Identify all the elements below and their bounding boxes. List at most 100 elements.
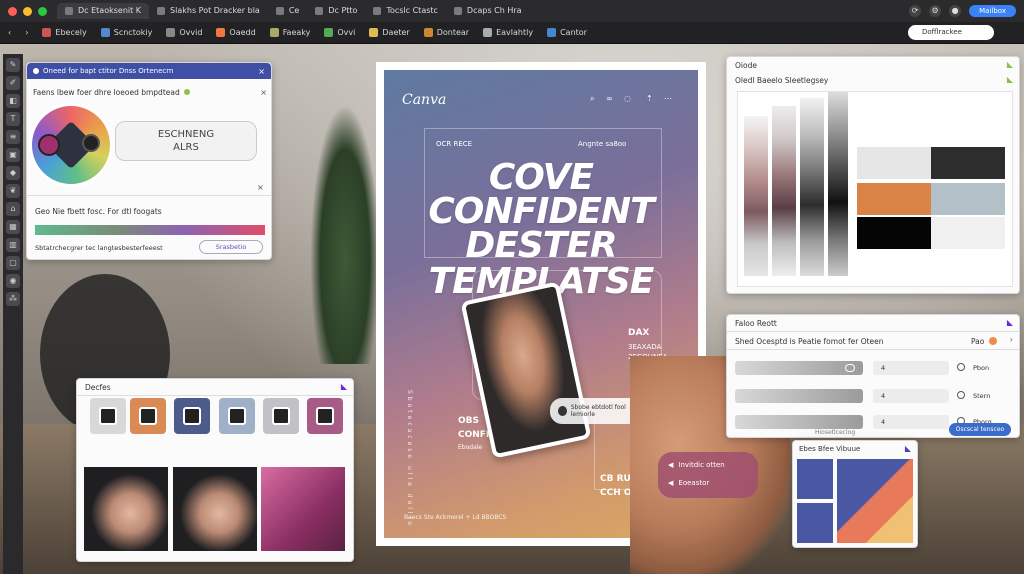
gradient-slider[interactable] <box>35 225 265 235</box>
badge-pill[interactable]: ESCHNENG ALRS <box>115 121 257 161</box>
shape-tile[interactable] <box>797 459 833 499</box>
slider-track[interactable] <box>735 361 863 375</box>
close-window-icon[interactable] <box>8 6 17 16</box>
confirm-button[interactable]: Oscscal tensceo <box>949 423 1011 436</box>
expand-icon[interactable]: ◣ <box>1007 75 1013 84</box>
bookmark-item[interactable]: Ebecely <box>42 28 87 37</box>
bookmark-item[interactable]: Faeaky <box>269 28 310 37</box>
bookmark-item[interactable]: Eavlahtly <box>483 28 533 37</box>
pin-icon[interactable]: ◣ <box>1007 318 1013 327</box>
color-swatch[interactable] <box>857 183 931 215</box>
minimize-window-icon[interactable] <box>23 6 32 16</box>
fill-tool-icon[interactable]: ◧ <box>6 94 20 108</box>
browser-tab-2[interactable]: Slakhs Pot Dracker bla <box>149 3 268 19</box>
bookmark-item[interactable]: Ovvid <box>166 28 202 37</box>
link-icon[interactable]: ∞ <box>606 94 613 103</box>
layers-tool-icon[interactable]: ≡ <box>6 130 20 144</box>
radio-icon[interactable] <box>957 391 965 399</box>
color-swatch[interactable] <box>857 147 931 179</box>
color-handle[interactable] <box>82 134 100 152</box>
share-icon[interactable]: ⇡ <box>646 94 653 103</box>
apps-tool-icon[interactable]: ⁂ <box>6 292 20 306</box>
slider-handle[interactable] <box>845 364 855 372</box>
browser-tab-1[interactable]: Dc Etaoksenit K <box>57 3 150 19</box>
color-handle[interactable] <box>38 134 60 156</box>
bookmark-item[interactable]: Ovvi <box>324 28 355 37</box>
maximize-window-icon[interactable] <box>38 6 47 16</box>
search-input[interactable]: Dofflrackee <box>908 25 994 40</box>
bookmark-item[interactable]: Dontear <box>423 28 469 37</box>
browser-tab-5[interactable]: Tocslc Ctastc <box>365 3 445 19</box>
background-plant <box>310 104 380 364</box>
forward-icon[interactable]: › <box>25 28 28 37</box>
headline-line-3[interactable]: DESTER <box>384 228 698 264</box>
slider-track[interactable] <box>735 389 863 403</box>
asset-thumbnail[interactable] <box>219 398 255 434</box>
leaf-tool-icon[interactable]: ❦ <box>6 184 20 198</box>
shape-tile-large[interactable] <box>837 459 913 543</box>
tag-left: OCR RECE <box>436 140 473 148</box>
slider-track[interactable] <box>735 415 863 429</box>
close-icon[interactable]: × <box>257 183 264 192</box>
asset-photo[interactable] <box>261 467 345 551</box>
color-swatch[interactable] <box>931 217 1005 249</box>
color-swatch[interactable] <box>857 217 931 249</box>
asset-photo[interactable] <box>173 467 257 551</box>
asset-thumbnail[interactable] <box>307 398 343 434</box>
asset-thumbnail[interactable] <box>90 398 126 434</box>
frame-tool-icon[interactable]: ▢ <box>6 256 20 270</box>
floating-menu[interactable]: ◀ Invitdic otten ◀ Eoeastor <box>658 452 758 498</box>
color-wheel[interactable] <box>29 103 113 187</box>
pin-icon[interactable]: ◣ <box>1007 60 1013 69</box>
pin-icon[interactable]: ◣ <box>905 444 911 453</box>
browser-tab-4[interactable]: Dc Ptto <box>307 3 365 19</box>
tone-strip[interactable] <box>828 92 848 276</box>
chevron-right-icon[interactable]: › <box>1010 335 1013 344</box>
search-icon[interactable]: ⌕ <box>590 94 594 104</box>
bookmark-item[interactable]: Scnctokiy <box>100 28 152 37</box>
panel-subtitle: Oledl Baeelo Sleetlegsey <box>735 76 829 85</box>
bottom-left-3: Ebodale <box>458 444 483 451</box>
more-icon[interactable]: ⋯ <box>664 94 672 103</box>
asset-thumbnail[interactable] <box>130 398 166 434</box>
color-swatch[interactable] <box>931 183 1005 215</box>
asset-thumbnail[interactable] <box>263 398 299 434</box>
bookmark-item[interactable]: Daeter <box>369 28 410 37</box>
settings-icon[interactable]: ⚙ <box>929 5 942 17</box>
tone-strip[interactable] <box>800 98 824 276</box>
menu-item[interactable]: ◀ Invitdic otten <box>668 461 725 469</box>
bookmark-favicon <box>324 28 334 37</box>
shape-tool-icon[interactable]: ◆ <box>6 166 20 180</box>
browser-tab-6[interactable]: Dcaps Ch Hra <box>446 3 530 19</box>
bookmark-item[interactable]: Oaedd <box>216 28 256 37</box>
back-icon[interactable]: ‹ <box>8 28 11 37</box>
radio-icon[interactable] <box>957 363 965 371</box>
refresh-icon[interactable]: ⟳ <box>909 5 922 17</box>
chart-tool-icon[interactable]: ▥ <box>6 238 20 252</box>
menu-item[interactable]: ◀ Eoeastor <box>668 479 709 487</box>
asset-thumbnail[interactable] <box>174 398 210 434</box>
bookmark-favicon <box>166 28 176 37</box>
bookmark-item[interactable]: Cantor <box>547 28 587 37</box>
browser-tab-3[interactable]: Ce <box>268 3 308 19</box>
image-tool-icon[interactable]: ▣ <box>6 148 20 162</box>
close-icon[interactable]: × <box>258 67 265 76</box>
apply-button[interactable]: Srasbetio <box>199 240 263 254</box>
globe-tool-icon[interactable]: ◉ <box>6 274 20 288</box>
close-icon[interactable]: × <box>260 88 267 97</box>
color-swatch[interactable] <box>931 147 1005 179</box>
home-tool-icon[interactable]: ⌂ <box>6 202 20 216</box>
account-icon[interactable]: ● <box>949 5 962 17</box>
bookmark-label: Daeter <box>382 28 410 37</box>
tone-strip[interactable] <box>772 106 796 276</box>
shape-tile[interactable] <box>797 503 833 543</box>
profile-button[interactable]: Mailbox <box>969 5 1016 17</box>
pin-icon[interactable]: ◣ <box>341 382 347 391</box>
tone-strip[interactable] <box>744 116 768 276</box>
brush-tool-icon[interactable]: ✐ <box>6 76 20 90</box>
grid-tool-icon[interactable]: ▦ <box>6 220 20 234</box>
asset-photo[interactable] <box>84 467 168 551</box>
comment-icon[interactable]: ◌ <box>624 94 631 103</box>
pen-tool-icon[interactable]: ✎ <box>6 58 20 72</box>
text-tool-icon[interactable]: T <box>6 112 20 126</box>
